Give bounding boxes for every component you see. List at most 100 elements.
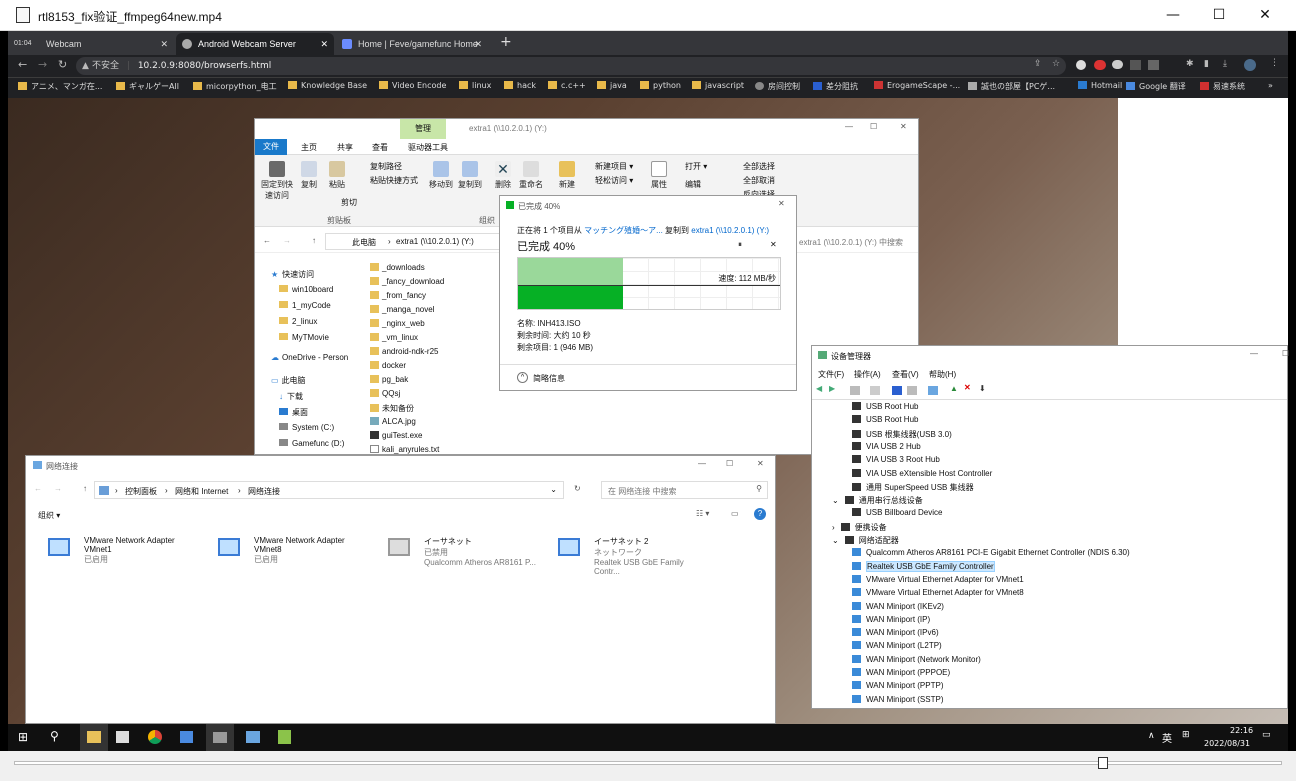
minimize-button[interactable]: — (1150, 0, 1196, 31)
device-item[interactable]: WAN Miniport (L2TP) (852, 641, 942, 650)
properties-icon[interactable] (850, 386, 860, 395)
extension-icon[interactable] (1130, 60, 1141, 70)
rename-button[interactable]: 重命名 (517, 161, 545, 190)
file-item[interactable]: pg_bak (370, 375, 408, 384)
monitor-icon[interactable] (928, 386, 938, 395)
share-icon[interactable]: ⇪ (1034, 59, 1042, 69)
expander-icon[interactable]: › (832, 523, 835, 532)
device-item[interactable]: WAN Miniport (IPv6) (852, 628, 939, 637)
search-input[interactable]: 在 网络连接 中搜索 ⚲ (601, 481, 768, 499)
device-item[interactable]: USB Root Hub (852, 415, 918, 424)
tree-onedrive[interactable]: ☁ OneDrive - Person (271, 353, 348, 362)
help-icon[interactable] (892, 386, 902, 395)
device-item[interactable]: VIA USB eXtensible Host Controller (852, 468, 992, 478)
search-icon[interactable]: ⚲ (50, 729, 59, 743)
up-icon[interactable]: ↑ (83, 484, 87, 493)
chrome-icon[interactable] (148, 730, 162, 744)
tab-home[interactable]: 主页 (301, 142, 317, 153)
breadcrumb-item[interactable]: 此电脑 (352, 237, 376, 248)
chevron-up-icon[interactable]: ^ (517, 372, 528, 383)
avatar[interactable] (1244, 59, 1256, 71)
copy-path-button[interactable]: 复制路径 (370, 161, 402, 172)
tree-item[interactable]: 1_myCode (279, 301, 331, 310)
paste-button[interactable]: 粘贴 (325, 161, 349, 190)
more-bookmarks-icon[interactable]: » (1268, 81, 1273, 90)
file-item[interactable]: QQsj (370, 389, 400, 398)
file-item[interactable]: _downloads (370, 263, 425, 272)
close-button[interactable]: ✕ (1242, 0, 1288, 31)
pause-button[interactable]: ⏸ (738, 240, 742, 250)
copy-to-button[interactable]: 复制到 (457, 161, 483, 190)
bookmark-item[interactable]: hack (504, 81, 536, 90)
device-item[interactable]: Realtek USB GbE Family Controller (852, 560, 995, 572)
device-item[interactable]: VIA USB 2 Hub (852, 441, 921, 451)
bookmark-item[interactable]: Google 翻译 (1126, 81, 1186, 92)
view-options-icon[interactable]: ☷ ▾ (696, 509, 709, 518)
copy-button[interactable]: 复制 (297, 161, 321, 190)
close-tab-icon[interactable]: ✕ (160, 33, 168, 55)
device-item[interactable]: WAN Miniport (IP) (852, 614, 930, 624)
tab-drive-tools[interactable]: 驱动器工具 (408, 142, 448, 153)
ime-grid-icon[interactable]: ⊞ (1182, 730, 1190, 740)
select-all-button[interactable]: 全部选择 (743, 161, 775, 172)
file-item[interactable]: ALCA.jpg (370, 417, 416, 426)
bookmark-item[interactable]: 易速系统 (1200, 81, 1245, 92)
app-icon[interactable] (278, 730, 291, 744)
pin-button[interactable]: 固定到快 速访问 (259, 161, 295, 201)
device-item[interactable]: Qualcomm Atheros AR8161 PCI-E Gigabit Et… (852, 548, 1130, 557)
adapter-ethernet[interactable]: イーサネット 已禁用 Qualcomm Atheros AR8161 P... (376, 536, 541, 576)
bookmark-item[interactable]: 房间控制 (755, 81, 800, 92)
breadcrumb-item[interactable]: extra1 (\\10.2.0.1) (Y:) (396, 237, 474, 246)
tree-item[interactable]: win10board (279, 285, 333, 294)
clock-date[interactable]: 2022/08/31 (1204, 739, 1250, 748)
forward-icon[interactable]: → (283, 236, 291, 245)
tab-share[interactable]: 共享 (337, 142, 353, 153)
bookmark-item[interactable]: java (597, 81, 627, 90)
download-icon[interactable]: ⤓ (1223, 59, 1227, 69)
adapter-vmnet8[interactable]: VMware Network Adapter VMnet8 已启用 (206, 536, 371, 576)
chevron-down-icon[interactable]: ⌄ (550, 485, 557, 494)
address-bar[interactable]: › 控制面板 › 网络和 Internet › 网络连接 ⌄ (94, 481, 564, 499)
menu-action[interactable]: 操作(A) (854, 369, 881, 380)
device-item[interactable]: WAN Miniport (PPTP) (852, 681, 944, 690)
bookmark-item[interactable]: c.c++ (548, 81, 586, 90)
back-icon[interactable]: ◀ (816, 384, 822, 393)
device-item[interactable]: VMware Virtual Ethernet Adapter for VMne… (852, 574, 1024, 584)
search-input[interactable]: extra1 (\\10.2.0.1) (Y:) 中搜索 (799, 237, 903, 248)
device-item[interactable]: WAN Miniport (SSTP) (852, 694, 944, 704)
new-item-button[interactable]: 新建项目 ▾ (595, 161, 633, 172)
tree-drive-c[interactable]: System (C:) (279, 423, 334, 432)
bookmark-item[interactable]: Knowledge Base (288, 81, 367, 90)
device-item[interactable]: ⌄ 网络适配器 (832, 535, 899, 546)
breadcrumb-item[interactable]: 网络和 Internet (175, 486, 228, 497)
device-item[interactable]: WAN Miniport (Network Monitor) (852, 654, 981, 664)
adblock-icon[interactable] (1094, 60, 1106, 70)
app-icon[interactable] (180, 731, 193, 743)
bookmark-item[interactable]: ギャルゲーAll (116, 81, 179, 92)
bookmark-item[interactable]: 誠也の部屋【PCゲ... (968, 81, 1055, 92)
notification-icon[interactable]: ▭ (1262, 730, 1271, 740)
bookmark-item[interactable]: アニメ、マンガ在... (18, 81, 102, 92)
refresh-icon[interactable]: ↻ (574, 484, 581, 493)
tree-item[interactable]: 2_linux (279, 317, 317, 326)
file-item[interactable]: kali_anyrules.txt (370, 445, 439, 454)
minimize-button[interactable]: — (845, 122, 853, 131)
forward-icon[interactable]: → (54, 484, 62, 493)
extension-icon[interactable] (1148, 60, 1159, 70)
cancel-button[interactable]: ✕ (770, 240, 777, 249)
tree-downloads[interactable]: ↓ 下载 (279, 391, 303, 402)
file-item[interactable]: docker (370, 361, 406, 370)
edit-button[interactable]: 编辑 (685, 179, 701, 190)
back-icon[interactable]: ← (263, 236, 271, 245)
manage-tab[interactable]: 管理 (400, 119, 446, 139)
device-item[interactable]: VMware Virtual Ethernet Adapter for VMne… (852, 588, 1024, 597)
adapter-ethernet-2[interactable]: イーサネット 2 ネットワーク Realtek USB GbE Family Con… (546, 536, 711, 576)
start-icon[interactable]: ⊞ (18, 730, 28, 744)
select-none-button[interactable]: 全部取消 (743, 175, 775, 186)
bookmark-item[interactable]: Video Encode (379, 81, 446, 90)
easy-access-button[interactable]: 轻松访问 ▾ (595, 175, 633, 186)
device-item[interactable]: WAN Miniport (IKEv2) (852, 601, 944, 611)
device-item[interactable]: ⌄ 通用串行总线设备 (832, 495, 923, 506)
source-link[interactable]: マッチング殖婚～ア... (584, 226, 663, 235)
forward-icon[interactable]: ▶ (829, 384, 835, 393)
